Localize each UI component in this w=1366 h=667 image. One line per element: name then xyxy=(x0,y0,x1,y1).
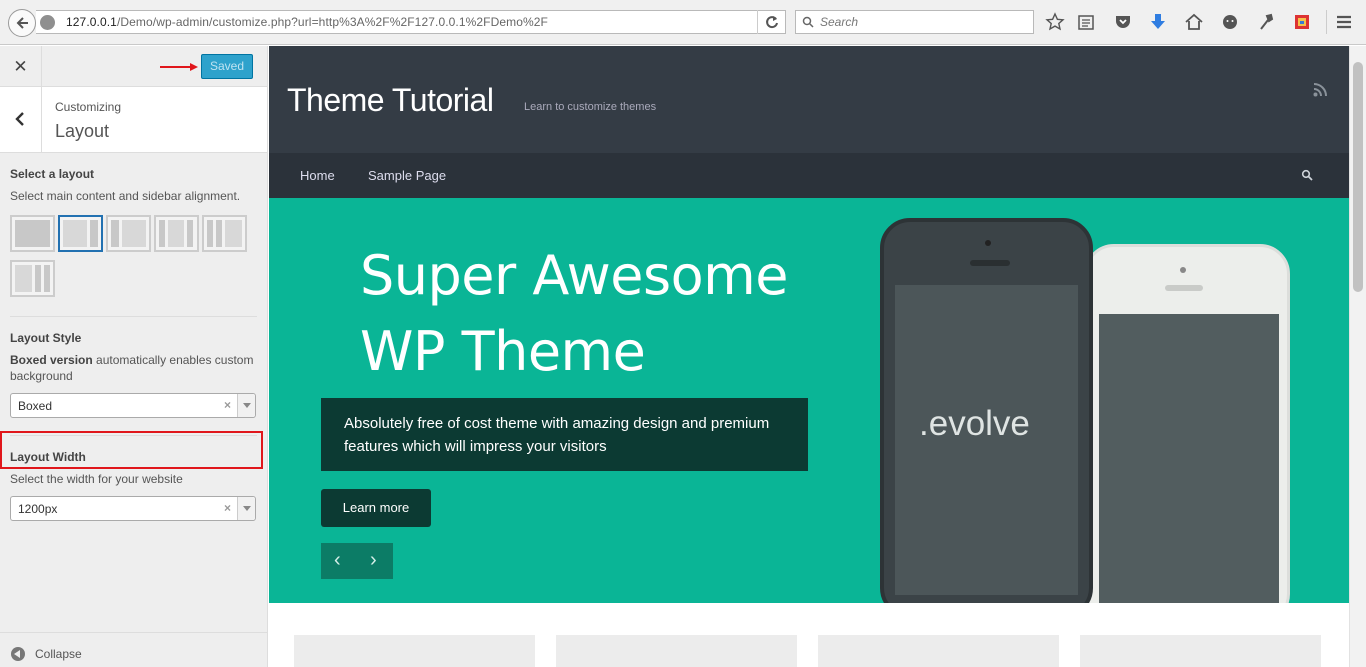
next-slide-icon[interactable]: › xyxy=(370,549,377,572)
layout-width-description: Select the width for your website xyxy=(10,472,183,486)
layout-style-description: Boxed version automatically enables cust… xyxy=(10,353,254,383)
search-icon xyxy=(802,16,814,28)
saved-button[interactable]: Saved xyxy=(201,54,253,79)
layout-style-title: Layout Style xyxy=(10,331,82,345)
layout-option-both-sidebars[interactable] xyxy=(154,215,199,252)
learn-more-button[interactable]: Learn more xyxy=(321,489,431,527)
reload-icon xyxy=(766,16,778,29)
layout-option-full-width[interactable] xyxy=(10,215,55,252)
back-arrow-icon xyxy=(16,17,28,29)
section-title: Layout xyxy=(55,121,110,141)
rss-icon[interactable] xyxy=(1313,83,1327,97)
browser-toolbar: 127.0.0.1/Demo/wp-admin/customize.php?ur… xyxy=(0,0,1366,45)
select-layout-description: Select main content and sidebar alignmen… xyxy=(10,189,241,203)
collapse-icon xyxy=(11,647,25,661)
layout-option-right-sidebar[interactable] xyxy=(58,215,103,252)
layout-width-select[interactable]: 1200px × xyxy=(10,496,256,521)
toolbar-separator xyxy=(1326,10,1327,34)
tool-icon[interactable] xyxy=(1256,12,1276,32)
url-text: 127.0.0.1/Demo/wp-admin/customize.php?ur… xyxy=(66,15,548,29)
globe-icon xyxy=(40,15,55,30)
feature-card xyxy=(556,635,797,667)
phone-light-image xyxy=(1084,244,1290,603)
bookmark-star-icon[interactable] xyxy=(1045,12,1065,32)
search-icon[interactable] xyxy=(1301,169,1313,181)
chevron-left-icon xyxy=(15,112,24,126)
addon-icon[interactable] xyxy=(1292,12,1312,32)
reload-button[interactable] xyxy=(757,10,785,34)
select-layout-title: Select a layout xyxy=(10,167,95,181)
customizing-label: Customizing xyxy=(55,100,122,114)
search-input[interactable]: Search xyxy=(795,10,1034,34)
layout-option-left-sidebar[interactable] xyxy=(106,215,151,252)
pocket-icon[interactable] xyxy=(1113,12,1133,32)
layout-option-two-right-sidebars[interactable] xyxy=(10,260,55,297)
nav-item-sample-page[interactable]: Sample Page xyxy=(368,168,446,183)
annotation-arrow-icon xyxy=(160,63,198,71)
home-icon[interactable] xyxy=(1184,12,1204,32)
chevron-down-icon[interactable] xyxy=(237,497,255,520)
annotation-highlight-box xyxy=(0,431,263,469)
feature-cards xyxy=(269,603,1349,667)
divider xyxy=(10,316,257,317)
address-bar[interactable]: 127.0.0.1/Demo/wp-admin/customize.php?ur… xyxy=(36,10,786,34)
hero-slider: Super Awesome WP Theme Absolutely free o… xyxy=(269,198,1349,603)
preview-scrollbar[interactable] xyxy=(1349,46,1366,667)
layout-controls: Select a layout Select main content and … xyxy=(0,153,267,633)
site-nav: Home Sample Page xyxy=(269,153,1349,198)
close-icon[interactable]: ✕ xyxy=(0,46,42,87)
layout-option-two-left-sidebars[interactable] xyxy=(202,215,247,252)
section-title-bar: Customizing Layout xyxy=(0,87,267,153)
reading-list-icon[interactable] xyxy=(1076,12,1096,32)
site-header: Theme Tutorial Learn to customize themes xyxy=(269,46,1349,153)
chat-icon[interactable] xyxy=(1220,12,1240,32)
feature-card xyxy=(1080,635,1321,667)
back-button[interactable] xyxy=(8,9,36,37)
chevron-down-icon[interactable] xyxy=(237,394,255,417)
hero-caption: Absolutely free of cost theme with amazi… xyxy=(344,415,770,455)
customizer-sidebar: ✕ Saved Customizing Layout Select a layo… xyxy=(0,46,268,667)
slider-nav: ‹ › xyxy=(321,543,393,579)
nav-item-home[interactable]: Home xyxy=(300,168,335,183)
phone-brand-text: .evolve xyxy=(919,404,1030,443)
prev-slide-icon[interactable]: ‹ xyxy=(334,549,341,572)
scrollbar-thumb[interactable] xyxy=(1353,62,1363,292)
site-title[interactable]: Theme Tutorial xyxy=(287,82,494,119)
clear-icon[interactable]: × xyxy=(224,398,231,412)
collapse-button[interactable]: Collapse xyxy=(0,632,267,667)
hero-title: Super Awesome WP Theme xyxy=(360,244,789,383)
site-tagline: Learn to customize themes xyxy=(524,101,657,113)
hero-caption-box: Absolutely free of cost theme with amazi… xyxy=(321,398,808,471)
feature-card xyxy=(818,635,1059,667)
menu-icon[interactable] xyxy=(1334,12,1354,32)
customizer-header: ✕ Saved xyxy=(0,46,267,87)
section-back-button[interactable] xyxy=(0,87,42,152)
feature-card xyxy=(294,635,535,667)
clear-icon[interactable]: × xyxy=(224,501,231,515)
download-icon[interactable] xyxy=(1148,12,1168,32)
layout-style-select[interactable]: Boxed × xyxy=(10,393,256,418)
site-preview: Theme Tutorial Learn to customize themes… xyxy=(269,46,1349,667)
